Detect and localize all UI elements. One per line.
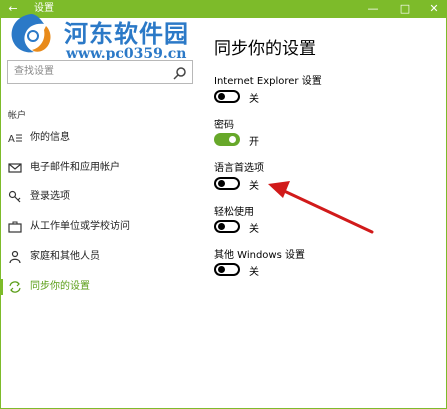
red-arrow-icon bbox=[268, 181, 374, 234]
